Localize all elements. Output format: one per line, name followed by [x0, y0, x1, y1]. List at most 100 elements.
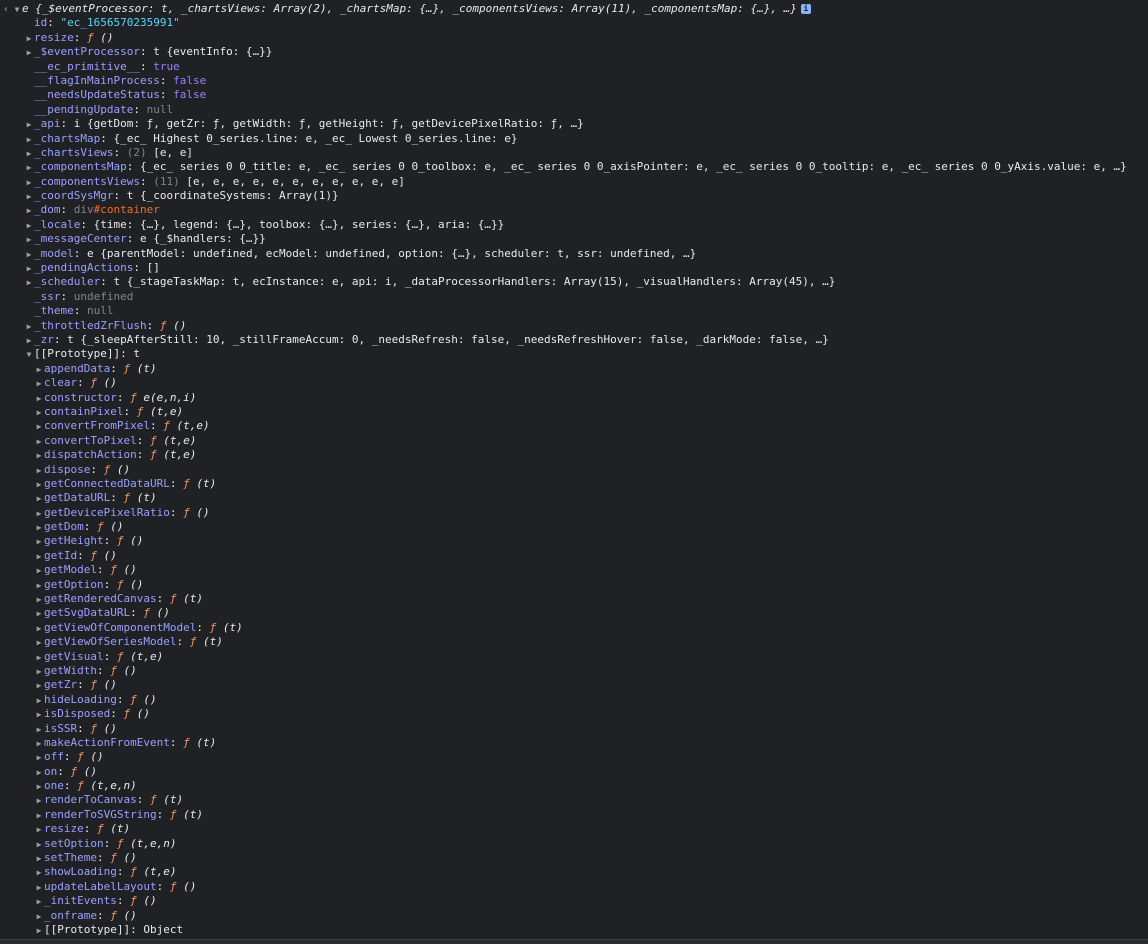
- property-row[interactable]: ▶ getSvgDataURL: ƒ (): [0, 606, 1148, 620]
- property-row[interactable]: ▶ getWidth: ƒ (): [0, 664, 1148, 678]
- collapsed-triangle-icon[interactable]: ▶: [24, 276, 34, 290]
- property-row[interactable]: ▶ _dom: div#container: [0, 203, 1148, 217]
- property-row[interactable]: ▶ showLoading: ƒ (t,e): [0, 865, 1148, 879]
- collapsed-triangle-icon[interactable]: ▶: [34, 737, 44, 751]
- collapsed-triangle-icon[interactable]: ▶: [34, 607, 44, 621]
- collapsed-triangle-icon[interactable]: ▶: [34, 881, 44, 895]
- property-row[interactable]: ▶ resize: ƒ (t): [0, 822, 1148, 836]
- collapsed-triangle-icon[interactable]: ▶: [34, 636, 44, 650]
- property-row[interactable]: ▶ getDevicePixelRatio: ƒ (): [0, 506, 1148, 520]
- collapsed-triangle-icon[interactable]: ▶: [34, 550, 44, 564]
- property-row[interactable]: ▶ getModel: ƒ (): [0, 563, 1148, 577]
- property-row[interactable]: ▼ [[Prototype]]: t: [0, 347, 1148, 361]
- property-row[interactable]: ▶ _componentsMap: {_ec_ series 0 0_title:…: [0, 160, 1148, 174]
- collapsed-triangle-icon[interactable]: ▶: [34, 665, 44, 679]
- collapsed-triangle-icon[interactable]: ▶: [24, 334, 34, 348]
- collapsed-triangle-icon[interactable]: ▶: [34, 766, 44, 780]
- property-row[interactable]: ▶ setOption: ƒ (t,e,n): [0, 837, 1148, 851]
- property-row[interactable]: ▶ _initEvents: ƒ (): [0, 894, 1148, 908]
- property-row[interactable]: ▶ [[Prototype]]: Object: [0, 923, 1148, 937]
- collapsed-triangle-icon[interactable]: ▶: [24, 118, 34, 132]
- collapsed-triangle-icon[interactable]: ▶: [24, 219, 34, 233]
- property-row[interactable]: ▶ _api: i {getDom: ƒ, getZr: ƒ, getWidth:…: [0, 117, 1148, 131]
- property-row[interactable]: ▶ _pendingActions: []: [0, 261, 1148, 275]
- property-row[interactable]: ▶ getDataURL: ƒ (t): [0, 491, 1148, 505]
- property-row[interactable]: ▶ containPixel: ƒ (t,e): [0, 405, 1148, 419]
- collapsed-triangle-icon[interactable]: ▶: [34, 593, 44, 607]
- collapsed-triangle-icon[interactable]: ▶: [34, 363, 44, 377]
- collapsed-triangle-icon[interactable]: ▶: [24, 46, 34, 60]
- property-row[interactable]: ▶ _model: e {parentModel: undefined, ecMo…: [0, 247, 1148, 261]
- property-row[interactable]: ▶ updateLabelLayout: ƒ (): [0, 880, 1148, 894]
- collapsed-triangle-icon[interactable]: ▶: [34, 694, 44, 708]
- collapsed-triangle-icon[interactable]: ▶: [34, 852, 44, 866]
- collapsed-triangle-icon[interactable]: ▶: [24, 32, 34, 46]
- expanded-triangle-icon[interactable]: ▼: [24, 348, 34, 362]
- collapsed-triangle-icon[interactable]: ▶: [24, 233, 34, 247]
- expand-triangle-icon[interactable]: ▼: [12, 3, 22, 17]
- property-row[interactable]: ▶ getViewOfSeriesModel: ƒ (t): [0, 635, 1148, 649]
- property-row[interactable]: ▶ hideLoading: ƒ (): [0, 693, 1148, 707]
- collapsed-triangle-icon[interactable]: ▶: [24, 320, 34, 334]
- property-row[interactable]: ▶ constructor: ƒ e(e,n,i): [0, 391, 1148, 405]
- collapsed-triangle-icon[interactable]: ▶: [34, 708, 44, 722]
- collapsed-triangle-icon[interactable]: ▶: [34, 579, 44, 593]
- collapsed-triangle-icon[interactable]: ▶: [34, 794, 44, 808]
- property-row[interactable]: ▶ _$eventProcessor: t {eventInfo: {…}}: [0, 45, 1148, 59]
- property-row[interactable]: ▶ getRenderedCanvas: ƒ (t): [0, 592, 1148, 606]
- collapsed-triangle-icon[interactable]: ▶: [34, 521, 44, 535]
- property-row[interactable]: ▶ getZr: ƒ (): [0, 678, 1148, 692]
- property-row[interactable]: ▶ _componentsViews: (11) [e, e, e, e, e, …: [0, 175, 1148, 189]
- collapsed-triangle-icon[interactable]: ▶: [24, 248, 34, 262]
- property-row[interactable]: ▶ isSSR: ƒ (): [0, 722, 1148, 736]
- property-row[interactable]: ▶ _locale: {time: {…}, legend: {…}, toolb…: [0, 218, 1148, 232]
- collapsed-triangle-icon[interactable]: ▶: [34, 679, 44, 693]
- property-row[interactable]: ▶ _throttledZrFlush: ƒ (): [0, 319, 1148, 333]
- collapsed-triangle-icon[interactable]: ▶: [34, 651, 44, 665]
- property-row[interactable]: ▶ _chartsViews: (2) [e, e]: [0, 146, 1148, 160]
- property-row[interactable]: ▶ _messageCenter: e {_$handlers: {…}}: [0, 232, 1148, 246]
- property-row[interactable]: ▶ convertToPixel: ƒ (t,e): [0, 434, 1148, 448]
- property-row[interactable]: ▶ on: ƒ (): [0, 765, 1148, 779]
- property-row[interactable]: ▶ appendData: ƒ (t): [0, 362, 1148, 376]
- property-row[interactable]: ▶ getOption: ƒ (): [0, 578, 1148, 592]
- collapsed-triangle-icon[interactable]: ▶: [34, 435, 44, 449]
- collapsed-triangle-icon[interactable]: ▶: [34, 377, 44, 391]
- property-row[interactable]: ▶ getId: ƒ (): [0, 549, 1148, 563]
- property-row[interactable]: ▶ getVisual: ƒ (t,e): [0, 650, 1148, 664]
- property-row[interactable]: ▶ _scheduler: t {_stageTaskMap: t, ecInst…: [0, 275, 1148, 289]
- object-header[interactable]: ‹ ▼ e {_$eventProcessor: t, _chartsViews: …: [0, 2, 1148, 16]
- collapsed-triangle-icon[interactable]: ▶: [34, 420, 44, 434]
- property-row[interactable]: ▶ getDom: ƒ (): [0, 520, 1148, 534]
- property-row[interactable]: ▶ _chartsMap: {_ec_ Highest 0_series.line…: [0, 132, 1148, 146]
- collapsed-triangle-icon[interactable]: ▶: [24, 190, 34, 204]
- collapsed-triangle-icon[interactable]: ▶: [34, 492, 44, 506]
- property-row[interactable]: ▶ renderToSVGString: ƒ (t): [0, 808, 1148, 822]
- property-row[interactable]: ▶ clear: ƒ (): [0, 376, 1148, 390]
- property-row[interactable]: ▶ renderToCanvas: ƒ (t): [0, 793, 1148, 807]
- property-row[interactable]: ▶ resize: ƒ (): [0, 31, 1148, 45]
- info-icon[interactable]: i: [800, 4, 811, 14]
- collapsed-triangle-icon[interactable]: ▶: [34, 924, 44, 938]
- collapsed-triangle-icon[interactable]: ▶: [34, 895, 44, 909]
- collapsed-triangle-icon[interactable]: ▶: [24, 176, 34, 190]
- property-row[interactable]: ▶ _zr: t {_sleepAfterStill: 10, _stillFra…: [0, 333, 1148, 347]
- property-row[interactable]: ▶ one: ƒ (t,e,n): [0, 779, 1148, 793]
- collapsed-triangle-icon[interactable]: ▶: [34, 564, 44, 578]
- collapsed-triangle-icon[interactable]: ▶: [34, 507, 44, 521]
- property-row[interactable]: ▶ _onframe: ƒ (): [0, 909, 1148, 923]
- property-row[interactable]: ▶ getViewOfComponentModel: ƒ (t): [0, 621, 1148, 635]
- property-row[interactable]: ▶ dispose: ƒ (): [0, 463, 1148, 477]
- collapsed-triangle-icon[interactable]: ▶: [24, 262, 34, 276]
- collapsed-triangle-icon[interactable]: ▶: [34, 464, 44, 478]
- property-row[interactable]: ▶ setTheme: ƒ (): [0, 851, 1148, 865]
- collapsed-triangle-icon[interactable]: ▶: [24, 147, 34, 161]
- property-row[interactable]: ▶ makeActionFromEvent: ƒ (t): [0, 736, 1148, 750]
- collapsed-triangle-icon[interactable]: ▶: [34, 866, 44, 880]
- collapsed-triangle-icon[interactable]: ▶: [34, 723, 44, 737]
- collapsed-triangle-icon[interactable]: ▶: [24, 161, 34, 175]
- collapsed-triangle-icon[interactable]: ▶: [24, 133, 34, 147]
- collapsed-triangle-icon[interactable]: ▶: [34, 478, 44, 492]
- property-row[interactable]: ▶ getHeight: ƒ (): [0, 534, 1148, 548]
- collapsed-triangle-icon[interactable]: ▶: [34, 780, 44, 794]
